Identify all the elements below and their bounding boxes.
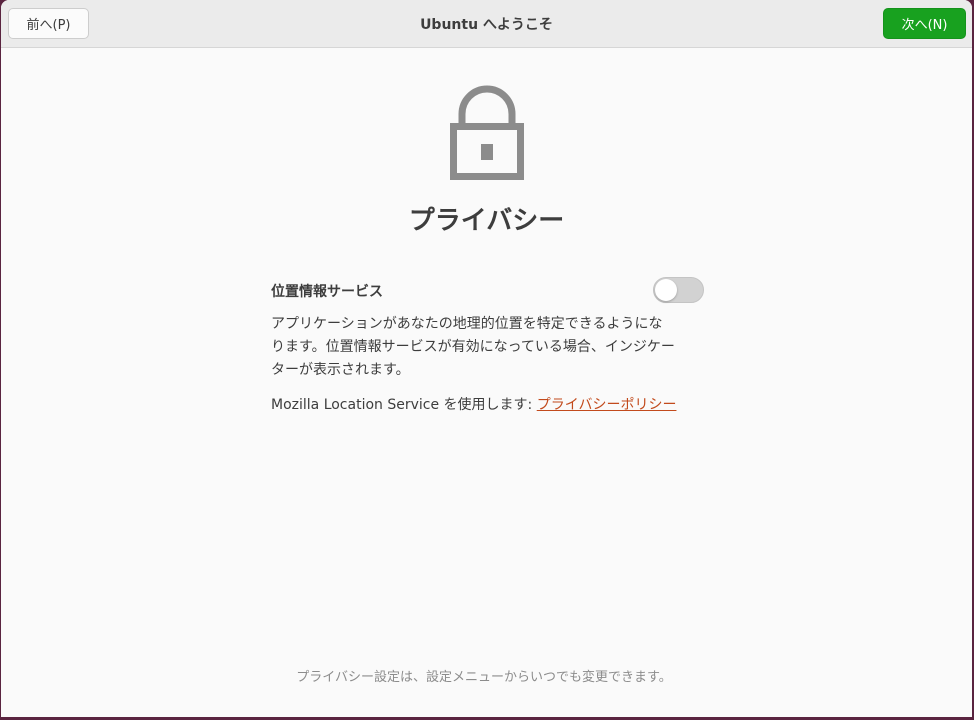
lock-icon xyxy=(450,85,524,180)
description-line: ります。位置情報サービスが有効になっている場合、インジケー xyxy=(271,339,675,355)
location-provider-line: Mozilla Location Service を使用します: プライバシーポ… xyxy=(271,394,676,414)
location-services-label: 位置情報サービス xyxy=(271,284,383,300)
page-title: プライバシー xyxy=(408,206,565,236)
description-line: アプリケーションがあなたの地理的位置を特定できるようにな xyxy=(271,316,663,332)
window-title: Ubuntu へようこそ xyxy=(420,16,553,33)
welcome-window: 前へ(P) Ubuntu へようこそ 次へ(N) プライバシー 位置情報サービス… xyxy=(1,0,972,717)
toggle-knob xyxy=(655,279,677,301)
location-provider-text: Mozilla Location Service を使用します: xyxy=(271,397,537,413)
footer-note: プライバシー設定は、設定メニューからいつでも変更できます。 xyxy=(296,670,672,685)
header-bar: 前へ(P) Ubuntu へようこそ 次へ(N) xyxy=(1,0,972,48)
location-services-description: アプリケーションがあなたの地理的位置を特定できるようにな ります。位置情報サービ… xyxy=(271,313,711,382)
description-line: ターが表示されます。 xyxy=(271,362,410,378)
back-button[interactable]: 前へ(P) xyxy=(8,8,89,39)
next-button[interactable]: 次へ(N) xyxy=(883,8,966,39)
location-services-toggle[interactable] xyxy=(653,277,704,303)
privacy-policy-link[interactable]: プライバシーポリシー xyxy=(537,397,677,413)
